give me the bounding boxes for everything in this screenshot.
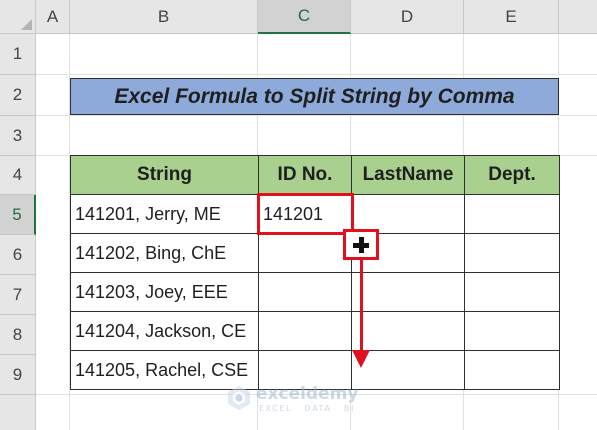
row-header-5[interactable]: 5 [0, 195, 36, 235]
cell-b5[interactable]: 141201, Jerry, ME [70, 194, 259, 234]
row-header-10[interactable] [0, 395, 36, 430]
table-row: 141203, Joey, EEE [70, 272, 560, 312]
column-header-d[interactable]: D [351, 0, 464, 34]
cell-c6[interactable] [258, 233, 352, 273]
cell-e8[interactable] [464, 311, 560, 351]
column-header-a[interactable]: A [36, 0, 70, 34]
cell-b8[interactable]: 141204, Jackson, CE [70, 311, 259, 351]
table-row: 141201, Jerry, ME 141201 [70, 194, 560, 234]
column-header-f[interactable] [559, 0, 597, 34]
column-header-e[interactable]: E [464, 0, 559, 34]
header-dept[interactable]: Dept. [464, 155, 560, 195]
column-header-b[interactable]: B [70, 0, 258, 34]
cell-c7[interactable] [258, 272, 352, 312]
select-all-corner[interactable] [0, 0, 36, 34]
row-header-8[interactable]: 8 [0, 315, 36, 355]
cell-c8[interactable] [258, 311, 352, 351]
cell-e6[interactable] [464, 233, 560, 273]
fill-handle[interactable] [343, 229, 379, 260]
cell-d7[interactable] [351, 272, 465, 312]
row-header-3[interactable]: 3 [0, 116, 36, 156]
column-header-c[interactable]: C [258, 0, 351, 34]
cell-c5[interactable]: 141201 [258, 194, 352, 234]
watermark-name: exceldemy [256, 384, 359, 404]
row-header-1[interactable]: 1 [0, 34, 36, 75]
row-header-6[interactable]: 6 [0, 235, 36, 275]
cell-b6[interactable]: 141202, Bing, ChE [70, 233, 259, 273]
cell-e7[interactable] [464, 272, 560, 312]
row-header-4[interactable]: 4 [0, 156, 36, 195]
table-header-row: String ID No. LastName Dept. [70, 155, 560, 195]
cell-d5[interactable] [351, 194, 465, 234]
cell-d8[interactable] [351, 311, 465, 351]
exceldemy-logo-icon [228, 386, 250, 410]
watermark-tagline: EXCEL · DATA · BI [259, 404, 355, 413]
table-row: 141204, Jackson, CE [70, 311, 560, 351]
drag-arrow-shaft [360, 259, 363, 355]
table-row: 141202, Bing, ChE [70, 233, 560, 273]
cell-e9[interactable] [464, 350, 560, 390]
header-lastname[interactable]: LastName [351, 155, 465, 195]
cell-e5[interactable] [464, 194, 560, 234]
header-id-no[interactable]: ID No. [258, 155, 352, 195]
arrow-down-icon [352, 350, 370, 368]
watermark: exceldemy EXCEL · DATA · BI [226, 383, 376, 417]
row-header-2[interactable]: 2 [0, 75, 36, 116]
cell-b7[interactable]: 141203, Joey, EEE [70, 272, 259, 312]
gridline [36, 115, 597, 116]
data-table: String ID No. LastName Dept. 141201, Jer… [70, 155, 560, 390]
select-all-triangle-icon [21, 19, 32, 30]
header-string[interactable]: String [70, 155, 259, 195]
row-header-9[interactable]: 9 [0, 355, 36, 395]
row-header-7[interactable]: 7 [0, 275, 36, 315]
gridline [36, 74, 597, 75]
sheet-title[interactable]: Excel Formula to Split String by Comma [70, 78, 559, 115]
